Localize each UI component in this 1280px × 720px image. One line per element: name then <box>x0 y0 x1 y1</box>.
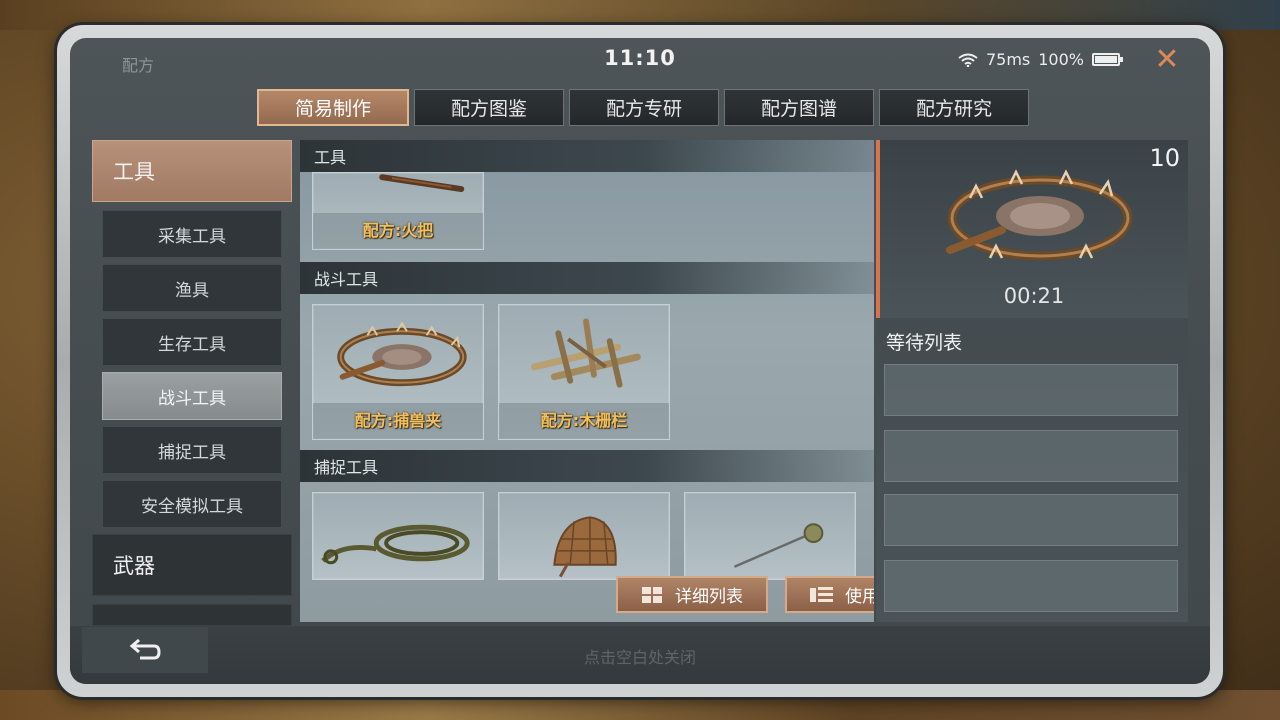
recipe-card-label: 配方:火把 <box>313 213 483 249</box>
queue-slot[interactable] <box>884 494 1178 546</box>
torch-icon <box>379 174 465 193</box>
wifi-icon <box>958 53 978 67</box>
recipe-card-capture-3[interactable] <box>684 492 856 580</box>
recipe-card-torch[interactable]: 配方:火把 <box>312 172 484 250</box>
bear-trap-icon <box>337 321 467 387</box>
recipe-card-label: 配方:木栅栏 <box>499 403 669 439</box>
section-header-tools: 工具 <box>300 140 874 172</box>
close-button[interactable]: ✕ <box>1152 45 1182 76</box>
craft-timer: 00:21 <box>1003 284 1065 308</box>
crafting-panel: 10 00:21 等待列表 <box>876 140 1188 622</box>
queue-slot[interactable] <box>884 430 1178 482</box>
subcategory-safety-sim-tools[interactable]: 安全模拟工具 <box>102 480 282 528</box>
battery-percent: 100% <box>1038 50 1084 69</box>
subcategory-survival-tools[interactable]: 生存工具 <box>102 318 282 366</box>
grid-icon <box>642 586 662 603</box>
bear-trap-icon <box>946 169 1133 261</box>
list-icon <box>810 586 833 602</box>
category-sidebar: 工具 采集工具 渔具 生存工具 战斗工具 捕捉工具 安全模拟工具 武器 <box>92 140 292 626</box>
status-bar: 75ms 100% <box>958 50 1123 69</box>
use-materials-button[interactable]: 使用材料 <box>785 576 874 613</box>
recipe-card-label: 配方:捕兽夹 <box>313 403 483 439</box>
tab-bar: 简易制作 配方图鉴 配方专研 配方图谱 配方研究 <box>257 89 1029 126</box>
queue-title: 等待列表 <box>886 332 963 354</box>
close-hint: 点击空白处关闭 <box>583 648 696 667</box>
tab-recipe-research[interactable]: 配方研究 <box>879 89 1029 126</box>
category-next-partial[interactable] <box>92 604 292 626</box>
queue-slot[interactable] <box>884 560 1178 612</box>
crafting-current-slot[interactable]: 10 00:21 <box>876 140 1188 318</box>
subcategory-capture-tools[interactable]: 捕捉工具 <box>102 426 282 474</box>
subcategory-fishing-gear[interactable]: 渔具 <box>102 264 282 312</box>
recipe-list[interactable]: 工具 配方:火把 战斗工具 配方:捕兽夹 配方:木栅栏 捕捉工具 详细列表 使用 <box>300 140 874 622</box>
recipe-card-bear-trap[interactable]: 配方:捕兽夹 <box>312 304 484 440</box>
recipe-window: 配方 11:10 75ms 100% ✕ 简易制作 配方图鉴 配方专研 配方图谱… <box>70 38 1210 684</box>
rope-lasso-icon <box>321 524 470 565</box>
category-weapons[interactable]: 武器 <box>92 534 292 596</box>
ping-value: 75ms <box>985 50 1031 69</box>
queue-slot[interactable] <box>884 364 1178 416</box>
detail-list-label: 详细列表 <box>675 587 743 607</box>
recipe-card-capture-1[interactable] <box>312 492 484 580</box>
use-materials-label: 使用材料 <box>845 587 874 607</box>
tab-recipe-codex[interactable]: 配方图鉴 <box>414 89 564 126</box>
recipe-card-capture-2[interactable] <box>498 492 670 580</box>
craft-count: 10 <box>1149 144 1180 172</box>
battery-icon <box>1092 53 1123 66</box>
section-header-combat: 战斗工具 <box>300 262 874 294</box>
battery-fill <box>1095 56 1117 63</box>
wooden-fence-icon <box>531 318 641 388</box>
recipe-card-wooden-fence[interactable]: 配方:木栅栏 <box>498 304 670 440</box>
subcategory-combat-tools[interactable]: 战斗工具 <box>102 372 282 420</box>
detail-list-button[interactable]: 详细列表 <box>616 576 768 613</box>
subcategory-gathering-tools[interactable]: 采集工具 <box>102 210 282 258</box>
tab-recipe-atlas[interactable]: 配方图谱 <box>724 89 874 126</box>
section-header-capture: 捕捉工具 <box>300 450 874 482</box>
tab-simple-craft[interactable]: 简易制作 <box>257 89 409 126</box>
category-tools[interactable]: 工具 <box>92 140 292 202</box>
tab-recipe-study[interactable]: 配方专研 <box>569 89 719 126</box>
